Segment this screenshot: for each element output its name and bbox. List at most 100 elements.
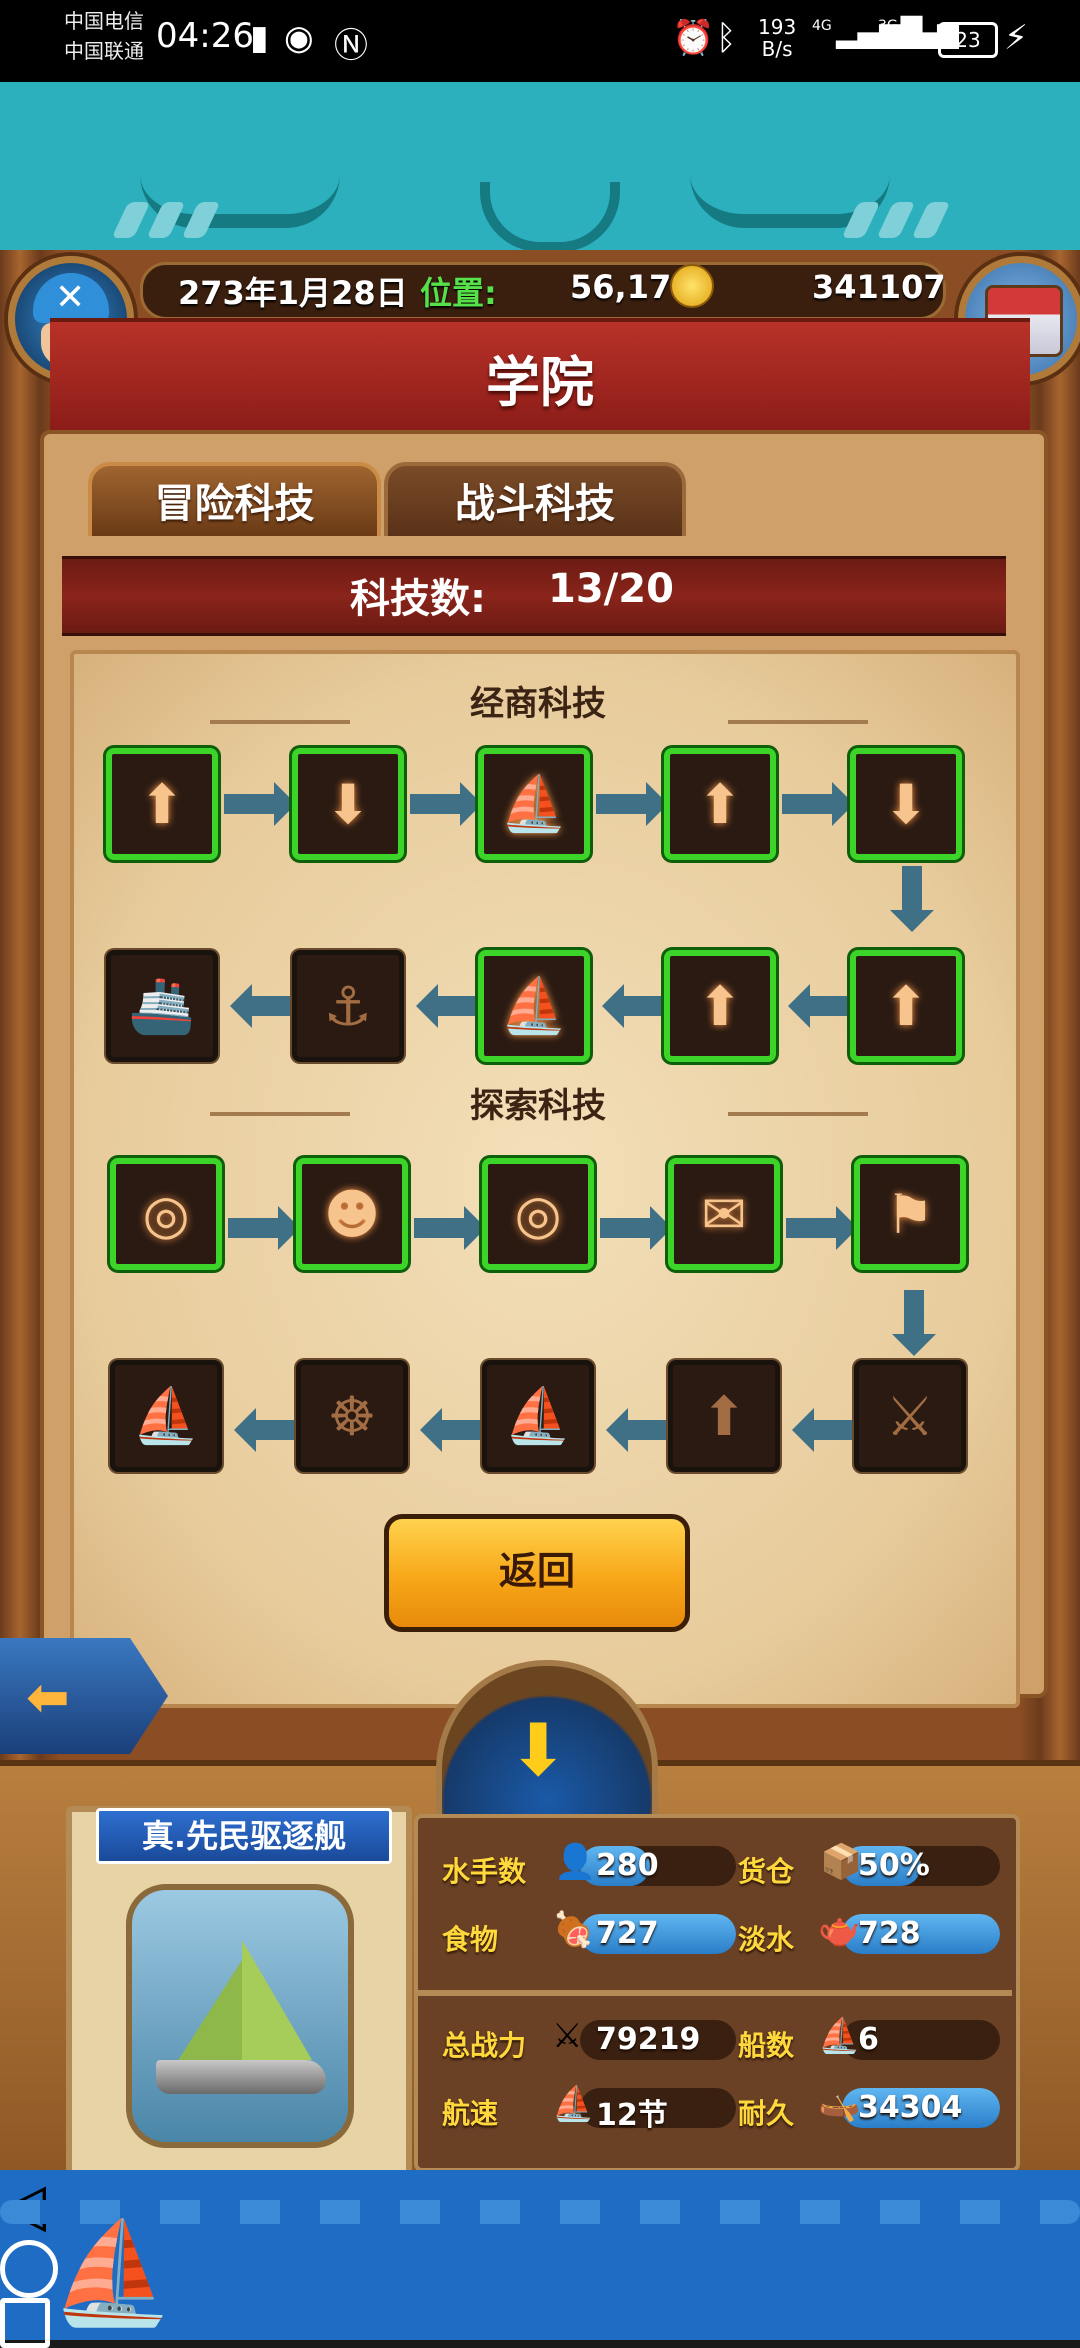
tech-count-bar [62,556,1006,636]
net-speed: 193 B/s [758,16,796,60]
speech-bubble-icon[interactable]: ✉ [668,1158,780,1270]
nav-recents-icon[interactable] [0,2298,50,2348]
game-date: 273年1月28日 [178,274,408,312]
back-button[interactable]: 返回 [384,1514,690,1632]
net-type-1: 4G [812,18,832,34]
page-title: 学院 [486,351,594,414]
galleon-icon[interactable]: ⛵ [110,1360,222,1472]
net-speed-unit: B/s [761,37,793,61]
coins-down-icon[interactable]: ⬇ [292,748,404,860]
tab-adventure-tech[interactable]: 冒险科技 [88,462,381,536]
chests-up-icon[interactable]: ⬆ [664,950,776,1062]
sailor-icon: 👤 [554,1842,597,1882]
carrier-2: 中国联通 [64,39,144,63]
sailboat-sun-icon[interactable]: ⛵ [478,748,590,860]
sim-icon: ▮ [250,18,269,58]
net-speed-value: 193 [758,15,797,39]
section-divider [728,720,868,724]
ship-portrait [126,1884,354,2148]
skull-icon: ✕ [55,277,86,318]
stat-speed-label: 航速 [442,2097,499,2130]
stat-power-label: 总战力 [442,2029,527,2062]
flag-icon[interactable]: ⚑ [854,1158,966,1270]
position-label: 位置: [420,274,497,312]
position-value: 56,17 [570,268,672,306]
sail-shape [172,1960,242,2070]
hull-shape [156,2060,326,2094]
crossed-swords-icon: ⚔ [552,2016,583,2056]
cargo-ship-icon[interactable]: 🚢 [106,950,218,1062]
ship-name: 真.先民驱逐舰 [96,1808,392,1864]
meat-icon: 🍖 [552,1910,595,1950]
tech-count-value: 13/20 [548,566,674,612]
sailboat-sun-icon[interactable]: ⛵ [478,950,590,1062]
stat-sailors-value: 280 [596,1848,659,1883]
stat-cargo-label: 货仓 [738,1855,795,1888]
pirate-ship-icon[interactable]: ⛵ [50,2214,175,2332]
section-divider [210,720,350,724]
stat-ships-value: 6 [858,2022,879,2057]
chest-up-icon[interactable]: ⬆ [664,748,776,860]
arrow-right [596,782,668,826]
gold-coin-icon [670,264,714,308]
bluetooth-icon: ᛒ [716,18,737,58]
sea-wave-bar: ⛵ ◁ [0,2170,1080,2348]
sail-speed-icon: ⛵ [552,2084,595,2124]
arrow-right [224,782,296,826]
section-explore-tech: 探索科技 [470,1086,606,1126]
sailboat-sun-icon[interactable]: ⛵ [482,1360,594,1472]
hull-repair-icon: 🛶 [818,2084,861,2124]
status-bar: 中国电信 中国联通 04:26 ▮ ◉ Ⓝ ⏰ ᛒ 193 B/s 4G ▂▄▆… [0,0,1080,82]
arrow-right [410,782,482,826]
stat-water-label: 淡水 [738,1923,795,1956]
section-trade-tech: 经商科技 [470,684,606,724]
stat-food-value: 727 [596,1916,659,1951]
tab-combat-tech[interactable]: 战斗科技 [384,462,686,536]
stats-divider [414,1990,1012,1996]
compass-icon[interactable]: ◎ [482,1158,594,1270]
arrow-right [786,1206,858,1250]
fish-sword-icon[interactable]: ⚔ [854,1360,966,1472]
broken-ship-icon[interactable]: ⚓ [292,950,404,1062]
arrow-right [600,1206,672,1250]
cat-mouth [480,182,620,252]
arrow-right [782,782,854,826]
nfc-icon: Ⓝ [334,26,368,66]
alarm-icon: ⏰ [672,18,715,58]
crew-icon[interactable]: ☻ [296,1158,408,1270]
clock: 04:26 [156,16,254,56]
section-divider [210,1112,350,1116]
stat-food-label: 食物 [442,1923,499,1956]
stat-water-value: 728 [858,1916,921,1951]
arrow-left-icon: ⬅ [26,1668,70,1728]
stat-ships-label: 船数 [738,2029,795,2062]
fish-up-icon[interactable]: ⬆ [668,1360,780,1472]
carrier-1: 中国电信 [64,9,144,33]
arrow-right [414,1206,486,1250]
battery-icon: 23 [938,22,998,58]
eye-icon: ◉ [284,18,314,58]
stat-speed-value: 12节 [596,2098,668,2133]
water-jug-icon: 🫖 [818,1910,861,1950]
chest-up-icon[interactable]: ⬆ [106,748,218,860]
blush-mark [111,202,151,238]
arrow-down [892,1290,936,1356]
arrow-right [228,1206,300,1250]
stat-sailors-label: 水手数 [442,1855,527,1888]
cargo-crate-icon: 📦 [820,1842,863,1882]
blush-mark [876,202,916,238]
stat-power-value: 79219 [596,2022,701,2057]
stat-cargo-value: 50% [858,1848,930,1883]
blush-mark [911,202,951,238]
sail-shape [242,1940,312,2060]
chests-up-icon[interactable]: ⬆ [850,950,962,1062]
stat-durability-value: 34304 [858,2090,963,2125]
ship-count-icon: ⛵ [818,2016,861,2056]
gold-amount: 341107 [812,268,946,306]
coins-down-icon[interactable]: ⬇ [850,748,962,860]
arrow-down [890,866,934,932]
ship-wheel-up-icon[interactable]: ☸ [296,1360,408,1472]
tech-count-label: 科技数: [350,576,486,622]
collapse-arrow-icon: ⬇ [508,1708,569,1792]
compass-icon[interactable]: ◎ [110,1158,222,1270]
